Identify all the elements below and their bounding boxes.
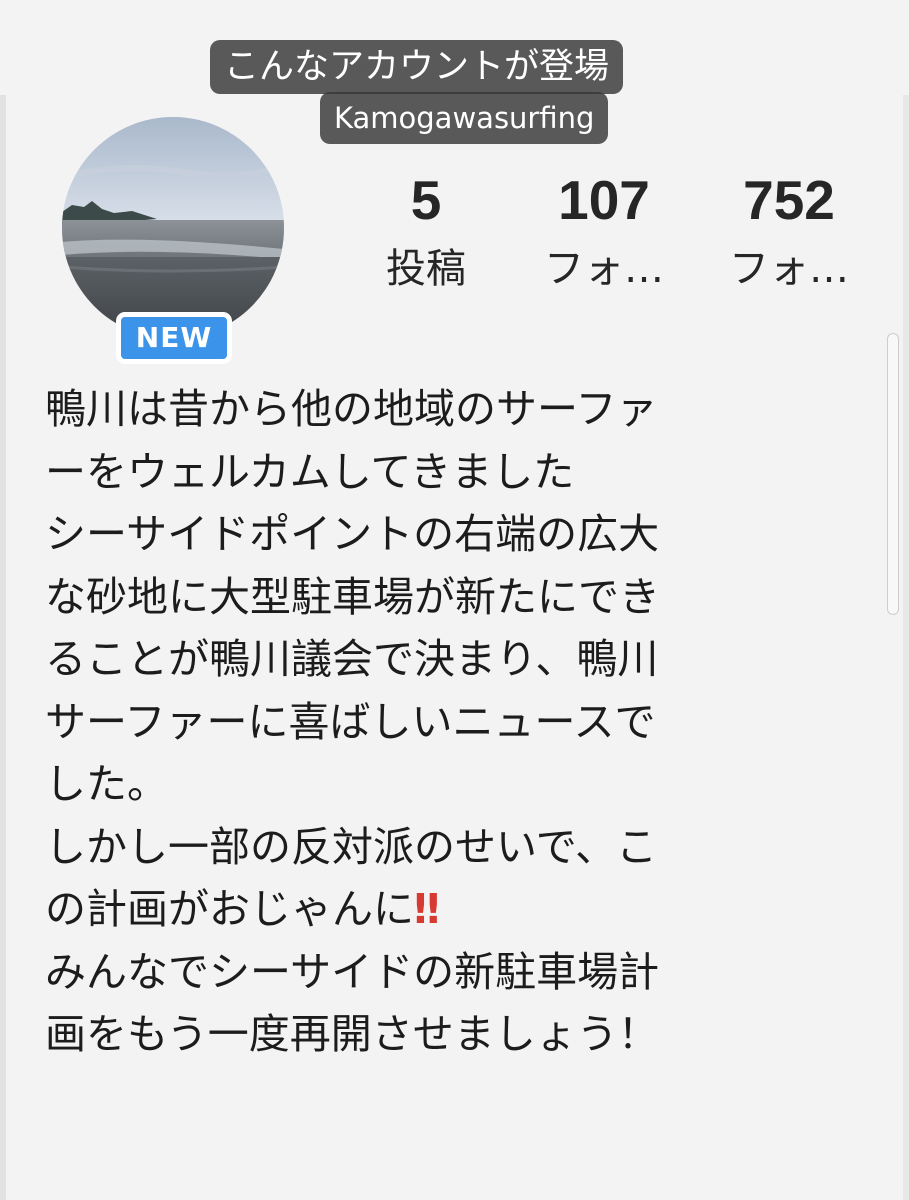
left-edge [0, 95, 6, 1200]
bio-line: 画をもう一度再開させましょう！ [45, 1010, 659, 1058]
bio-line: サーファーに喜ばしいニュースで [45, 697, 656, 746]
bio-line: 鴨川は昔から他の地域のサーファ [45, 385, 658, 433]
bio-line: シーサイドポイントの右端の広大 [45, 510, 660, 558]
stat-followers-count: 107 [558, 169, 650, 231]
profile-bio: 鴨川は昔から他の地域のサーファ ーをウェルカムしてきました シーサイドポイントの… [45, 378, 845, 1066]
stat-posts[interactable]: 5 投稿 [365, 170, 487, 293]
stat-following-label: フォ… [729, 246, 849, 292]
caption-account-name: Kamogawasurfing [320, 92, 609, 144]
beach-photo-avatar [62, 117, 284, 339]
stat-following-count: 752 [743, 169, 835, 231]
stat-followers-label: フォ… [544, 246, 664, 292]
bio-line-text: の計画がおじゃんに [45, 885, 414, 933]
stat-followers[interactable]: 107 フォ… [530, 170, 678, 293]
profile-avatar[interactable] [62, 117, 284, 339]
screenshot-page: こんなアカウントが登場 Kamogawasurfing NEW 5 投稿 107… [0, 0, 909, 1200]
bio-line: ーをウェルカムしてきました [45, 447, 575, 496]
right-edge [903, 95, 909, 1200]
stat-following[interactable]: 752 フォ… [715, 170, 863, 293]
scrollbar[interactable] [887, 333, 899, 615]
bio-line: ることが鴨川議会で決まり、鴨川 [45, 635, 659, 683]
bio-line: な砂地に大型駐車場が新たにでき [45, 572, 660, 621]
stat-posts-label: 投稿 [386, 246, 466, 292]
bio-line: みんなでシーサイドの新駐車場計 [45, 947, 660, 996]
bio-line-with-emoji: の計画がおじゃんに‼ [45, 878, 845, 941]
stat-posts-count: 5 [410, 169, 442, 231]
bio-line: した。 [45, 760, 168, 808]
new-badge: NEW [116, 312, 232, 364]
bio-line: しかし一部の反対派のせいで、こ [45, 822, 658, 871]
caption-title: こんなアカウントが登場 [210, 40, 624, 94]
double-exclamation-icon: ‼ [414, 885, 440, 933]
